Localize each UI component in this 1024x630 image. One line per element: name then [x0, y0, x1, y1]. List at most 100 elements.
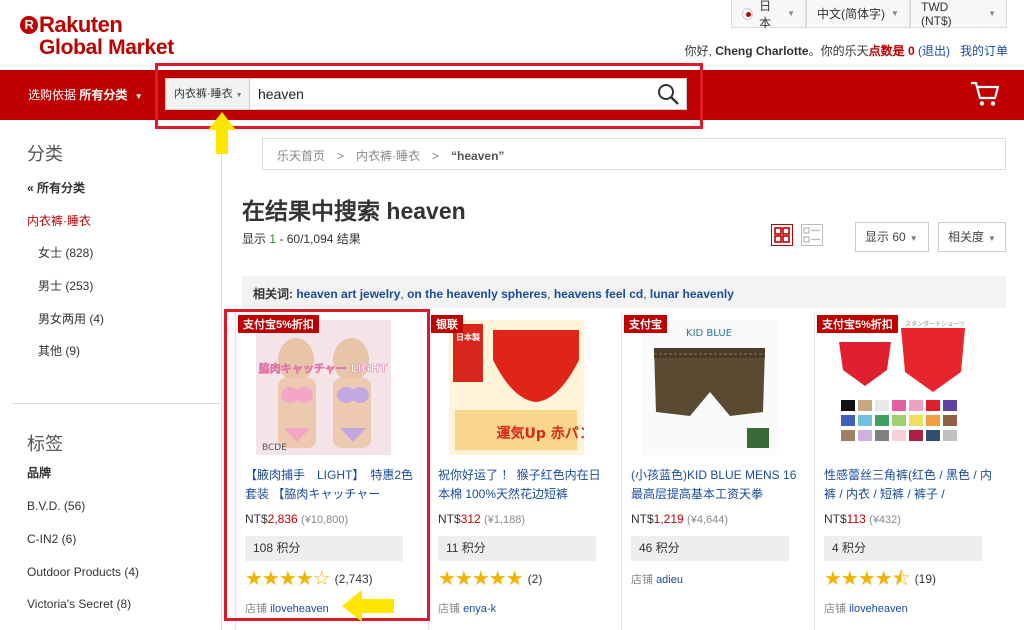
related-term-link[interactable]: lunar heavenly [650, 287, 734, 301]
product-image[interactable]: KID BLUE [642, 320, 777, 455]
product-points: 46 积分 [631, 536, 789, 561]
logo-line1: Rakuten [39, 12, 123, 37]
chevron-down-icon: ▼ [891, 9, 899, 18]
count-prefix: 显示 [242, 232, 267, 246]
category-heading: 分类 [27, 144, 63, 164]
sidebar-divider [12, 403, 222, 404]
payment-badge: 支付宝5%折扣 [817, 315, 898, 333]
count-start: 1 [269, 232, 277, 246]
grid-view-icon[interactable] [771, 224, 793, 246]
points-value: 0 [907, 44, 915, 58]
product-price: NT$312 (¥1,188) [438, 512, 525, 526]
scope-label: 选购依据 [28, 88, 77, 102]
shop-link[interactable]: enya-k [463, 603, 496, 615]
product-rating: ★★★★⯪ (19) [824, 569, 936, 589]
my-orders-link[interactable]: 我的订单 [960, 44, 1008, 58]
breadcrumb-separator: > [337, 149, 345, 163]
related-searches: 相关词: heaven art jewelry, on the heavenly… [242, 276, 1006, 308]
price-amount: 312 [460, 512, 481, 526]
related-term-link[interactable]: heavens feel cd [554, 287, 643, 301]
product-points: 4 积分 [824, 536, 982, 561]
breadcrumb-home[interactable]: 乐天首页 [277, 149, 325, 163]
all-categories-link[interactable]: « 所有分类 [27, 179, 85, 196]
product-image[interactable]: スタンダードショーツ [835, 320, 970, 455]
subcategory-item[interactable]: 男女两用 (4) [38, 310, 104, 327]
product-title[interactable]: (小孩蓝色)KID BLUE MENS 16最高层提高基本工资天拳 [631, 466, 801, 504]
shop-label: 店铺 [438, 603, 460, 615]
product-title[interactable]: 性感蕾丝三角裤(红色 / 黑色 / 内裤 / 内衣 / 短裤 / 裤子 / [824, 466, 994, 504]
currency-select[interactable]: TWD (NT$) ▼ [910, 0, 1007, 28]
breadcrumb-category[interactable]: 内衣裤·睡衣 [356, 149, 420, 163]
review-count[interactable]: (2) [528, 572, 543, 586]
list-view-icon[interactable] [801, 224, 823, 246]
rakuten-logo[interactable]: R Rakuten Global Market [20, 10, 200, 62]
shop-label: 店铺 [824, 603, 846, 615]
region-select[interactable]: 日本 ▼ [731, 0, 806, 30]
payment-badge: 支付宝 [624, 315, 667, 333]
brand-item[interactable]: Victoria's Secret (8) [27, 597, 131, 611]
sidebar: 分类 « 所有分类 内衣裤·睡衣 女士 (828) 男士 (253) 男女两用 … [0, 120, 222, 630]
results-count: 显示 1 - 60/1,094 结果 [242, 230, 361, 247]
product-card[interactable]: スタンダードショーツ 支付宝5%折扣 性感蕾丝三角裤(红色 / 黑色 / 内裤 … [814, 313, 1004, 630]
product-points: 11 积分 [438, 536, 596, 561]
related-term-link[interactable]: on the heavenly spheres [407, 287, 547, 301]
shop-info: 店铺 adieu [631, 571, 683, 587]
breadcrumb-separator: > [432, 149, 440, 163]
product-rating: ★★★★★ (2) [438, 569, 542, 589]
product-title[interactable]: 祝你好运了 ！ 猴子红色内在日本棉 100%天然花边短裤 [438, 466, 608, 504]
subcategory-item[interactable]: 女士 (828) [38, 244, 93, 261]
star-rating-icon: ★★★★⯪ [824, 568, 911, 590]
arrow-left-icon [342, 590, 394, 622]
chevron-down-icon: ▼ [787, 9, 795, 18]
breadcrumb-current: “heaven” [451, 149, 505, 163]
greeting-mid: 。你的乐天 [808, 44, 869, 58]
results-heading: 在结果中搜索 heaven [242, 198, 466, 224]
sort-select[interactable]: 相关度 ▼ [938, 222, 1006, 252]
japan-flag-icon [742, 7, 754, 20]
related-term-link[interactable]: heaven art jewelry [296, 287, 400, 301]
currency-prefix: NT$ [631, 512, 654, 526]
product-image-origin: 日本製 [456, 332, 480, 342]
brand-heading: 品牌 [27, 466, 52, 480]
currency-prefix: NT$ [824, 512, 847, 526]
price-yen: (¥4,644) [687, 514, 729, 526]
arrow-up-icon [208, 112, 236, 154]
shop-link[interactable]: iloveheaven [849, 603, 908, 615]
price-yen: (¥1,188) [484, 514, 526, 526]
subcategory-item[interactable]: 其他 (9) [38, 342, 80, 359]
review-count[interactable]: (19) [915, 572, 936, 586]
scope-value: 所有分类 [79, 88, 128, 102]
user-name: Cheng Charlotte [715, 44, 809, 58]
shop-info: 店铺 iloveheaven [824, 600, 908, 616]
current-category[interactable]: 内衣裤·睡衣 [27, 212, 91, 229]
shop-link[interactable]: adieu [656, 574, 683, 586]
product-image-caption: スタンダードショーツ [905, 320, 965, 328]
user-greeting: 你好, Cheng Charlotte。你的乐天点数是 0 (退出) 我的订单 [685, 42, 1008, 59]
product-image-caption: KID BLUE [686, 328, 732, 339]
greeting-prefix: 你好, [684, 44, 712, 58]
product-card[interactable]: KID BLUE 支付宝 (小孩蓝色)KID BLUE MENS 16最高层提高… [621, 313, 811, 630]
display-count-label: 显示 60 [865, 230, 906, 244]
subcategory-item[interactable]: 男士 (253) [38, 277, 93, 294]
product-image[interactable]: 運気Up 赤パン 日本製 [449, 320, 584, 455]
shop-label: 店铺 [631, 574, 653, 586]
product-card[interactable]: 運気Up 赤パン 日本製 银联 祝你好运了 ！ 猴子红色内在日本棉 100%天然… [428, 313, 618, 630]
product-price: NT$1,219 (¥4,644) [631, 512, 728, 526]
chevron-down-icon: ▼ [134, 92, 143, 101]
star-rating-icon: ★★★★★ [438, 568, 524, 590]
shopping-cart-icon[interactable] [970, 80, 1000, 108]
product-image-caption: 運気Up 赤パン [497, 425, 584, 442]
brand-item[interactable]: Outdoor Products (4) [27, 565, 139, 579]
logo-r-mark: R [20, 16, 38, 34]
price-amount: 1,219 [653, 512, 684, 526]
logout-link[interactable]: (退出) [918, 44, 950, 58]
chevron-down-icon: ▼ [988, 234, 996, 243]
price-yen: (¥432) [869, 514, 901, 526]
language-select[interactable]: 中文(简体字) ▼ [806, 0, 910, 28]
brand-item[interactable]: B.V.D. (56) [27, 499, 85, 513]
tags-heading: 标签 [27, 434, 63, 454]
brand-item[interactable]: C-IN2 (6) [27, 532, 76, 546]
points-label: 点数是 [868, 44, 905, 58]
shop-by-category-select[interactable]: 选购依据 所有分类 ▼ [28, 86, 143, 103]
display-count-select[interactable]: 显示 60 ▼ [855, 222, 929, 252]
